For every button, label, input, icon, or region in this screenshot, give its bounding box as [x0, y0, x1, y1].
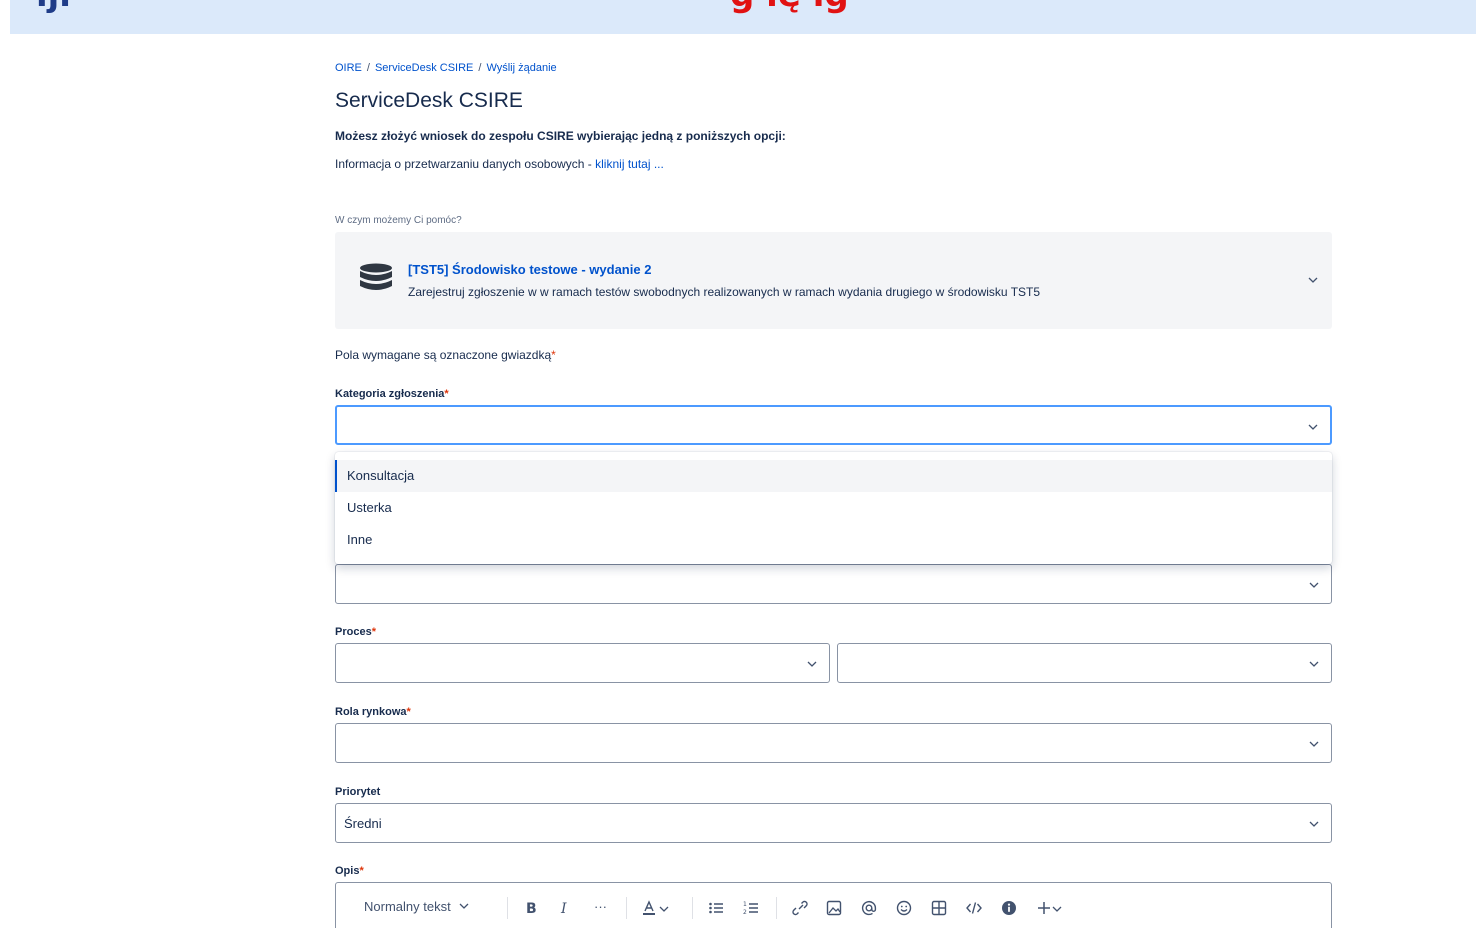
italic-icon[interactable]: I	[557, 900, 573, 916]
kategoria-label-text: Kategoria zgłoszenia	[335, 388, 445, 400]
toolbar-divider	[692, 897, 693, 919]
text-style-label: Normalny tekst	[364, 899, 451, 914]
breadcrumb: OIRE / ServiceDesk CSIRE / Wyślij żądanie	[335, 62, 557, 74]
breadcrumb-servicedesk[interactable]: ServiceDesk CSIRE	[375, 62, 473, 74]
chevron-down-icon	[807, 661, 817, 667]
chevron-down-icon	[1309, 582, 1319, 588]
rola-select[interactable]	[335, 723, 1332, 763]
banner-left-text: ıjı	[36, 0, 71, 12]
privacy-info-link[interactable]: kliknij tutaj ...	[595, 157, 664, 171]
priorytet-label: Priorytet	[335, 786, 381, 798]
dropdown-option-konsultacja[interactable]: Konsultacja	[335, 460, 1332, 492]
link-icon[interactable]	[792, 900, 808, 916]
proces-select-primary[interactable]	[335, 643, 830, 683]
required-star: *	[371, 626, 376, 638]
chevron-down-icon	[459, 903, 469, 909]
text-style-dropdown[interactable]: Normalny tekst	[364, 899, 469, 919]
svg-text:2: 2	[743, 909, 747, 916]
svg-text:1: 1	[743, 901, 747, 908]
rola-label: Rola rynkowa*	[335, 706, 411, 718]
hidden-field-select[interactable]	[335, 564, 1332, 604]
chevron-down-icon[interactable]	[1052, 900, 1062, 916]
opis-editor[interactable]: Normalny tekst B I ··· 12	[335, 882, 1332, 928]
request-type-description: Zarejestruj zgłoszenie w w ramach testów…	[408, 285, 1041, 299]
toolbar-divider	[626, 897, 627, 919]
chevron-down-icon	[1309, 821, 1319, 827]
text-color-icon[interactable]	[641, 900, 657, 916]
editor-toolbar: Normalny tekst B I ··· 12	[336, 883, 1333, 928]
more-formatting-button[interactable]: ···	[594, 899, 607, 919]
chevron-down-icon	[1308, 277, 1318, 283]
breadcrumb-separator: /	[478, 62, 482, 74]
svg-text:I: I	[560, 901, 567, 916]
proces-label: Proces*	[335, 626, 376, 638]
required-fields-note: Pola wymagane są oznaczone gwiazdką*	[335, 348, 556, 362]
mention-icon[interactable]	[861, 900, 877, 916]
required-star: *	[359, 865, 364, 877]
toolbar-divider	[507, 897, 508, 919]
chevron-down-icon	[1309, 661, 1319, 667]
rola-label-text: Rola rynkowa	[335, 706, 407, 718]
privacy-info: Informacja o przetwarzaniu danych osobow…	[335, 157, 664, 171]
priorytet-value: Średni	[344, 816, 382, 831]
proces-label-text: Proces	[335, 626, 372, 638]
kategoria-select[interactable]	[335, 405, 1332, 445]
request-type-title: [TST5] Środowisko testowe - wydanie 2	[408, 262, 652, 277]
plus-icon[interactable]	[1036, 900, 1052, 916]
table-icon[interactable]	[931, 900, 947, 916]
bold-icon[interactable]: B	[523, 900, 539, 916]
opis-label-text: Opis	[335, 865, 360, 877]
info-panel-icon[interactable]	[1001, 900, 1017, 916]
breadcrumb-send-request[interactable]: Wyślij żądanie	[486, 62, 556, 74]
numbered-list-icon[interactable]: 12	[743, 900, 759, 916]
breadcrumb-oire[interactable]: OIRE	[335, 62, 362, 74]
required-star: *	[551, 348, 556, 362]
request-type-label: W czym możemy Ci pomóc?	[335, 215, 462, 226]
toolbar-divider	[776, 897, 777, 919]
breadcrumb-separator: /	[366, 62, 370, 74]
top-banner: ıjı g ıę ıg	[10, 0, 1476, 34]
dropdown-option-usterka[interactable]: Usterka	[335, 492, 1332, 524]
priorytet-select[interactable]: Średni	[335, 803, 1332, 843]
dropdown-option-inne[interactable]: Inne	[335, 524, 1332, 556]
opis-label: Opis*	[335, 865, 364, 877]
image-icon[interactable]	[826, 900, 842, 916]
code-icon[interactable]	[966, 900, 982, 916]
banner-right-text: g ıę ıg	[730, 0, 849, 12]
page-subtitle: Możesz złożyć wniosek do zespołu CSIRE w…	[335, 129, 786, 143]
chevron-down-icon	[1309, 741, 1319, 747]
database-icon	[360, 263, 392, 290]
bullet-list-icon[interactable]	[708, 900, 724, 916]
chevron-down-icon[interactable]	[659, 900, 669, 916]
kategoria-dropdown-menu: Konsultacja Usterka Inne	[335, 452, 1332, 564]
required-star: *	[444, 388, 449, 400]
page-title: ServiceDesk CSIRE	[335, 89, 523, 112]
svg-text:B: B	[526, 901, 537, 916]
chevron-down-icon	[1308, 424, 1318, 430]
required-note-text: Pola wymagane są oznaczone gwiazdką	[335, 348, 552, 362]
required-star: *	[406, 706, 411, 718]
kategoria-label: Kategoria zgłoszenia*	[335, 388, 449, 400]
privacy-info-text: Informacja o przetwarzaniu danych osobow…	[335, 157, 596, 171]
emoji-icon[interactable]	[896, 900, 912, 916]
request-type-selector[interactable]: [TST5] Środowisko testowe - wydanie 2 Za…	[335, 232, 1332, 329]
proces-select-secondary[interactable]	[837, 643, 1332, 683]
